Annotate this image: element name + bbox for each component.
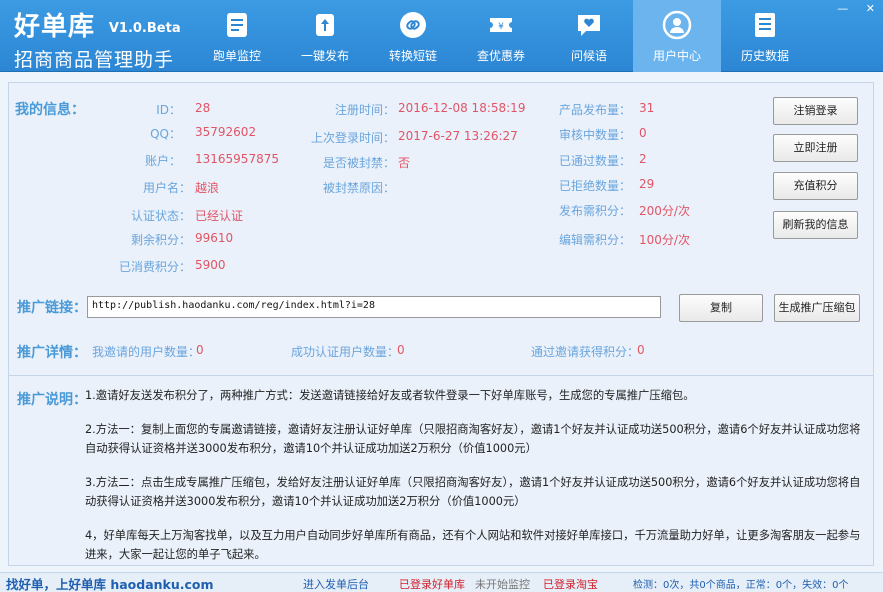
promo-description: 1.邀请好友送发布积分了，两种推广方式：发送邀请链接给好友或者软件登录一下好单库… [85,386,861,579]
passed-value: 2 [639,152,647,166]
promo-description-label: 推广说明： [17,392,87,408]
used-points-value: 5900 [195,258,226,272]
invited-users-label: 我邀请的用户数量： [92,345,201,359]
nav-one-click-publish[interactable]: 一键发布 [281,0,369,72]
divider [9,375,873,376]
rejected-value: 29 [639,177,655,191]
user-icon [662,10,692,40]
description-paragraph: 3.方法二：点击生成专属推广压缩包，发给好友注册认证好单库（只限招商淘客好友），… [85,476,861,508]
minimize-icon[interactable]: — [837,2,848,15]
verified-users-label: 成功认证用户数量： [291,345,400,359]
id-label: ID： [156,103,181,117]
taobao-login-status: 已登录淘宝 [543,578,598,591]
id-value: 28 [195,101,211,115]
account-value: 13165957875 [195,152,279,166]
last-login-value: 2017-6-27 13:26:27 [398,129,518,143]
nav-label: 一键发布 [300,49,349,63]
main-nav: 跑单监控 一键发布 转换短链 ¥ 查优惠券 问候语 用户中心 历史数据 [193,0,809,72]
enter-backend-link[interactable]: 进入发单后台 [303,576,369,592]
haodanku-login-status: 已登录好单库 [399,578,465,591]
banned-label: 是否被封禁： [322,156,395,170]
reg-time-value: 2016-12-08 18:58:19 [398,101,526,115]
promo-link-label: 推广链接： [17,300,87,316]
qq-label: QQ： [150,127,181,141]
my-info-label: 我的信息： [15,102,85,118]
logout-button[interactable]: 注销登录 [773,97,858,125]
link-icon [400,12,426,38]
invite-points-value: 0 [637,343,645,357]
username-label: 用户名： [142,181,191,195]
edit-cost-label: 编辑需积分： [558,233,631,247]
reviewing-label: 审核中数量： [558,128,631,142]
monitor-stats: 检测：0次，共0个商品，正常：0个，失效：0个 [633,580,849,591]
user-center-panel: 我的信息： ID： 28 QQ： 357926026 账户： 131659578… [8,82,874,566]
promo-link-field[interactable]: http://publish.haodanku.com/reg/index.ht… [87,296,661,318]
publish-icon [316,14,334,36]
description-paragraph: 4，好单库每天上万淘客找单，以及互力用户自动同步好单库所有商品，还有个人网站和软… [85,529,861,561]
remaining-points-label: 剩余积分： [130,233,191,247]
nav-short-link[interactable]: 转换短链 [369,0,457,72]
brand: 好单库 V1.0.Beta 招商商品管理助手 [14,6,181,72]
app-title: 好单库 [14,12,96,42]
history-icon [755,13,775,37]
refresh-info-button[interactable]: 刷新我的信息 [773,211,858,239]
nav-run-monitor[interactable]: 跑单监控 [193,0,281,72]
reg-time-label: 注册时间： [334,103,395,117]
publish-count-label: 产品发布量： [558,103,631,117]
ticket-icon: ¥ [490,18,512,32]
close-icon[interactable]: ✕ [866,2,875,15]
account-label: 账户： [144,154,181,168]
last-login-label: 上次登录时间： [310,131,395,145]
copy-button[interactable]: 复制 [679,294,763,322]
app-version: V1.0.Beta [108,21,181,36]
auth-status-value: 已经认证 [195,209,244,223]
publish-count-value: 31 [639,101,655,115]
username-value: 越浪 [195,181,220,195]
rejected-label: 已拒绝数量： [558,179,631,193]
invited-users-value: 0 [196,343,204,357]
banned-value: 否 [398,156,411,170]
description-paragraph: 1.邀请好友送发布积分了，两种推广方式：发送邀请链接给好友或者软件登录一下好单库… [85,389,695,402]
qq-value: 357926026 [195,125,255,139]
edit-cost-value: 100分/次 [639,233,690,247]
slogan[interactable]: 找好单，上好单库 haodanku.com [6,574,214,592]
publish-cost-label: 发布需积分： [558,204,631,218]
chat-heart-icon [578,15,600,36]
status-bar: 找好单，上好单库 haodanku.com 进入发单后台 已登录好单库 未开始监… [0,572,883,592]
promo-detail-label: 推广详情： [17,345,87,361]
nav-label: 历史数据 [740,49,789,63]
recharge-button[interactable]: 充值积分 [773,172,858,200]
svg-text:¥: ¥ [498,22,504,32]
nav-label: 跑单监控 [212,49,261,63]
nav-history[interactable]: 历史数据 [721,0,809,72]
publish-cost-value: 200分/次 [639,204,690,218]
nav-user-center[interactable]: 用户中心 [633,0,721,72]
generate-package-button[interactable]: 生成推广压缩包 [774,294,860,322]
description-paragraph: 2.方法一：复制上面您的专属邀请链接，邀请好友注册认证好单库（只限招商淘客好友）… [85,423,861,455]
reviewing-value: 0 [639,126,647,140]
app-subtitle: 招商商品管理助手 [14,49,175,71]
nav-greeting[interactable]: 问候语 [545,0,633,72]
invite-points-label: 通过邀请获得积分： [531,345,640,359]
register-button[interactable]: 立即注册 [773,134,858,162]
window-controls: — ✕ [823,2,875,15]
passed-label: 已通过数量： [558,154,631,168]
nav-label: 问候语 [570,49,607,63]
auth-status-label: 认证状态： [130,209,191,223]
nav-label: 查优惠券 [476,49,525,63]
monitor-status: 未开始监控 [475,578,530,591]
nav-label: 转换短链 [388,49,437,63]
nav-label: 用户中心 [652,49,701,63]
verified-users-value: 0 [397,343,405,357]
remaining-points-value: 99610 [195,231,234,245]
document-icon [227,13,247,37]
app-header: 好单库 V1.0.Beta 招商商品管理助手 跑单监控 一键发布 转换短链 ¥ … [0,0,883,72]
nav-coupon[interactable]: ¥ 查优惠券 [457,0,545,72]
ban-reason-label: 被封禁原因： [322,181,395,195]
used-points-label: 已消费积分： [118,260,191,274]
